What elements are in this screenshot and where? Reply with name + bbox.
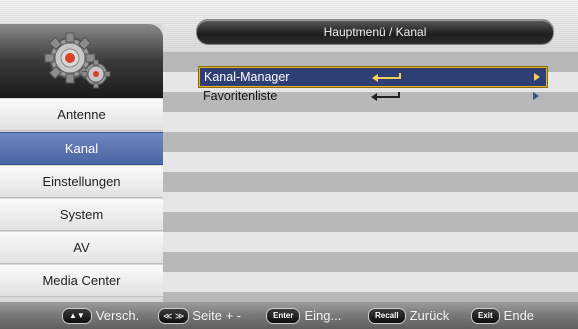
- chevron-right-icon: [534, 73, 540, 81]
- list-row-stripe: [163, 132, 578, 152]
- hint-label: Zurück: [409, 308, 450, 323]
- list-row-stripe: [163, 212, 578, 232]
- sidebar-item-media-center[interactable]: Media Center: [0, 265, 163, 297]
- list-item-label: Kanal-Manager: [204, 70, 290, 84]
- list-row-stripe: [163, 112, 578, 132]
- sidebar-item-antenne[interactable]: Antenne: [0, 99, 163, 131]
- hint-exit: Exit Ende: [471, 302, 534, 329]
- enter-arrow-icon: [372, 73, 401, 82]
- content-list: Kanal-Manager Favoritenliste: [163, 52, 578, 312]
- hint-label: Ende: [503, 308, 535, 323]
- hint-page: ≪ ≫ Seite + -: [158, 302, 241, 329]
- hint-label: Seite + -: [192, 308, 242, 323]
- list-row-stripe: [163, 252, 578, 272]
- hint-move: ▲▼ Versch.: [62, 302, 139, 329]
- recall-key-icon: Recall: [368, 307, 406, 324]
- page-key-icon: ≪ ≫: [158, 307, 190, 324]
- footer-hint-bar: ▲▼ Versch. ≪ ≫ Seite + - Enter Eing... Reca…: [0, 302, 578, 329]
- enter-arrow-icon: [371, 92, 400, 101]
- sidebar-item-einstellungen[interactable]: Einstellungen: [0, 166, 163, 198]
- hint-label: Eing...: [304, 308, 342, 323]
- page-title: Hauptmenü / Kanal: [196, 19, 554, 45]
- chevron-right-icon: [533, 92, 539, 100]
- sidebar-item-av[interactable]: AV: [0, 232, 163, 264]
- list-row-stripe: [163, 272, 578, 292]
- list-item-kanal-manager[interactable]: Kanal-Manager: [198, 66, 548, 88]
- logo-area: [0, 24, 163, 98]
- sidebar-item-kanal[interactable]: Kanal: [0, 132, 163, 165]
- exit-key-icon: Exit: [471, 307, 500, 324]
- list-row-stripe: [163, 192, 578, 212]
- list-item-label: Favoritenliste: [203, 89, 278, 103]
- list-row-stripe: [163, 172, 578, 192]
- updown-key-icon: ▲▼: [62, 307, 92, 324]
- sidebar: Antenne Kanal Einstellungen System AV Me…: [0, 24, 163, 302]
- sidebar-item-system[interactable]: System: [0, 199, 163, 231]
- list-row-stripe: [163, 152, 578, 172]
- list-item-favoritenliste[interactable]: Favoritenliste: [199, 87, 545, 105]
- hint-label: Versch.: [95, 308, 140, 323]
- enter-key-icon: Enter: [266, 307, 301, 324]
- gears-icon: [44, 32, 111, 89]
- list-row-stripe: [163, 232, 578, 252]
- hint-enter: Enter Eing...: [266, 302, 341, 329]
- hint-recall: Recall Zurück: [368, 302, 449, 329]
